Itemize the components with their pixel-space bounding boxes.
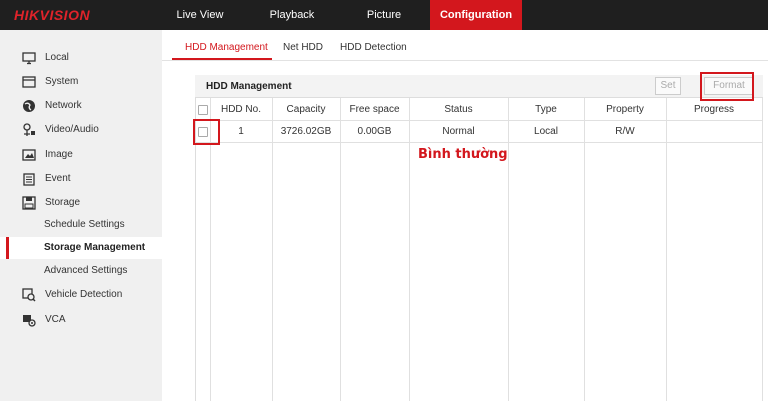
system-icon: [22, 76, 36, 88]
nav-configuration[interactable]: Configuration: [430, 0, 522, 30]
set-button[interactable]: Set: [655, 77, 681, 95]
tab-hdd-detection[interactable]: HDD Detection: [340, 42, 407, 53]
cell-free-space: 0.00GB: [357, 126, 392, 137]
brand-logo: HIKVISION: [14, 7, 91, 23]
sidebar-item-label: Network: [45, 100, 82, 111]
sidebar-subitem-advanced-settings[interactable]: Advanced Settings: [0, 260, 162, 282]
sidebar-item-event[interactable]: Event: [0, 167, 162, 191]
storage-icon: [22, 196, 36, 210]
select-all-checkbox[interactable]: [198, 105, 208, 115]
panel-header: HDD Management Set Format: [195, 75, 763, 98]
vca-icon: [23, 315, 36, 327]
column-header-type[interactable]: Type: [508, 104, 584, 115]
sidebar-item-label: Video/Audio: [45, 124, 99, 135]
sidebar-item-label: Event: [45, 173, 71, 184]
tab-divider: [162, 60, 768, 61]
cell-capacity: 3726.02GB: [280, 126, 332, 137]
column-divider: [340, 98, 341, 401]
vehicle-detection-icon: [22, 288, 36, 302]
sidebar-item-label: Image: [45, 149, 73, 160]
sidebar-subitem-label: Advanced Settings: [44, 265, 128, 276]
column-header-hdd-no[interactable]: HDD No.: [210, 104, 272, 115]
sidebar-item-network[interactable]: Network: [0, 94, 162, 118]
column-header-property[interactable]: Property: [584, 104, 666, 115]
sidebar-subitem-label: Storage Management: [44, 242, 146, 253]
column-divider: [409, 98, 410, 401]
sidebar-subitem-label: Schedule Settings: [44, 219, 125, 230]
active-tab-indicator: [172, 58, 272, 60]
top-navigation-bar: HIKVISION Live View Playback Picture Con…: [0, 0, 768, 30]
video-audio-icon: [23, 123, 35, 136]
column-header-status[interactable]: Status: [409, 104, 508, 115]
column-divider: [584, 98, 585, 401]
cell-status: Normal: [442, 126, 475, 137]
sidebar-item-system[interactable]: System: [0, 70, 162, 94]
panel-title: HDD Management: [206, 81, 292, 92]
sidebar-subitem-storage-management[interactable]: Storage Management: [0, 237, 162, 259]
sidebar-item-label: VCA: [45, 314, 66, 325]
column-header-capacity[interactable]: Capacity: [272, 104, 340, 115]
sidebar-item-vca[interactable]: VCA: [0, 308, 162, 332]
status-annotation: Bình thường: [418, 147, 508, 162]
event-icon: [23, 173, 35, 186]
sidebar-item-label: Vehicle Detection: [45, 289, 123, 300]
sidebar-item-vehicle-detection[interactable]: Vehicle Detection: [0, 283, 162, 307]
sidebar-item-local[interactable]: Local: [0, 46, 162, 70]
sidebar-item-label: Local: [45, 52, 69, 63]
globe-icon: [23, 100, 35, 112]
sidebar-item-image[interactable]: Image: [0, 143, 162, 167]
image-icon: [22, 149, 36, 161]
sidebar-item-label: Storage: [45, 197, 81, 208]
sidebar-item-video-audio[interactable]: Video/Audio: [0, 118, 162, 142]
monitor-icon: [22, 52, 36, 65]
column-divider: [508, 98, 509, 401]
column-divider: [666, 98, 667, 401]
column-header-progress[interactable]: Progress: [666, 104, 762, 115]
nav-live-view[interactable]: Live View: [160, 0, 240, 30]
row-divider: [195, 120, 763, 121]
nav-picture[interactable]: Picture: [344, 0, 424, 30]
sidebar-subitem-schedule-settings[interactable]: Schedule Settings: [0, 214, 162, 236]
nav-playback[interactable]: Playback: [252, 0, 332, 30]
column-divider: [762, 98, 763, 401]
hdd-table: [195, 98, 763, 401]
cell-hdd-no: 1: [238, 126, 244, 137]
column-divider: [272, 98, 273, 401]
sidebar-item-storage[interactable]: Storage: [0, 191, 162, 215]
sidebar-item-label: System: [45, 76, 79, 87]
cell-property: R/W: [615, 126, 635, 137]
tab-net-hdd[interactable]: Net HDD: [283, 42, 323, 53]
tab-hdd-management[interactable]: HDD Management: [185, 42, 268, 53]
row-divider: [195, 142, 763, 143]
column-header-free-space[interactable]: Free space: [340, 104, 409, 115]
format-highlight-box: [700, 72, 754, 101]
cell-type: Local: [534, 126, 558, 137]
